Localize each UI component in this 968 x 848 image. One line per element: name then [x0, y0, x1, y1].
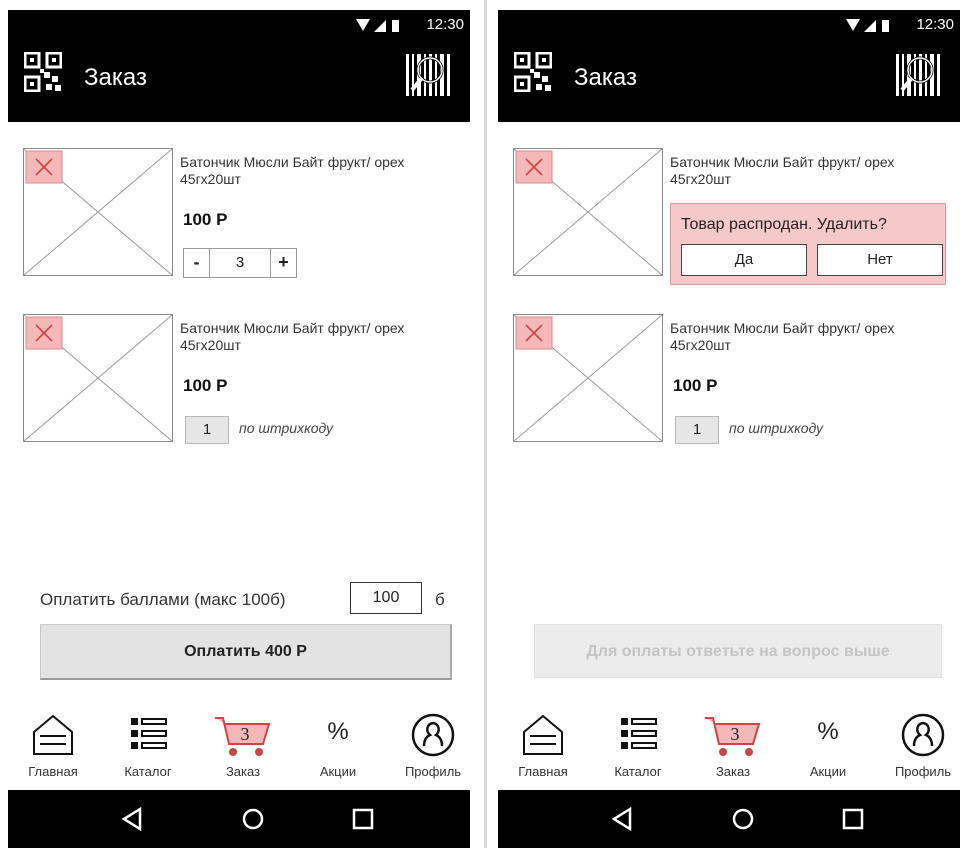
signal-battery-icon [846, 19, 889, 32]
tab-promotions[interactable]: % Акции [293, 708, 383, 790]
product-image-placeholder [23, 148, 173, 276]
page-title: Заказ [84, 64, 147, 91]
tab-catalog[interactable]: Каталог [103, 708, 193, 790]
quantity-value: 1 [185, 416, 229, 444]
bottom-tab-bar: Главная Каталог 3 Заказ % Акции Профиль [8, 708, 470, 790]
tab-label: Заказ [715, 764, 751, 779]
product-name[interactable]: Батончик Мюсли Байт фрукт/ орех 45гх20шт [670, 154, 930, 188]
product-image-placeholder [23, 314, 173, 442]
status-bar: 12:30 [8, 10, 470, 40]
percent-icon: % [817, 718, 839, 745]
back-icon[interactable] [118, 804, 148, 834]
tab-label: Главная [28, 764, 78, 779]
barcode-note: по штрихкоду [239, 420, 334, 436]
product-name[interactable]: Батончик Мюсли Байт фрукт/ орех 45гх20шт [180, 320, 440, 354]
tab-label: Акции [319, 764, 357, 779]
tab-label: Акции [809, 764, 847, 779]
cart-badge: 3 [241, 724, 250, 744]
clock: 12:30 [426, 16, 464, 33]
points-label: Оплатить баллами (макс 100б) [40, 590, 286, 609]
tab-label: Профиль [404, 764, 462, 779]
bottom-tab-bar: Главная Каталог 3 Заказ % Акции Профиль [498, 708, 960, 790]
phone-screen-order: 12:30 Заказ Батончик Мюсли Байт фрукт/ о… [0, 0, 478, 848]
home-circle-icon[interactable] [238, 804, 268, 834]
tab-label: Профиль [894, 764, 952, 779]
android-nav-bar [8, 790, 470, 848]
home-icon [523, 714, 563, 755]
soldout-message: Товар распродан. Удалить? [681, 216, 887, 233]
confirm-delete-button[interactable]: Да [681, 244, 807, 276]
recent-apps-icon[interactable] [838, 804, 868, 834]
cart-icon: 3 [215, 717, 271, 756]
decrease-quantity-button[interactable]: - [184, 249, 210, 277]
product-price: 100 Р [183, 376, 228, 395]
quantity-value[interactable]: 3 [210, 249, 270, 277]
tab-promotions[interactable]: % Акции [783, 708, 873, 790]
tab-label: Главная [518, 764, 568, 779]
points-input[interactable]: 100 [350, 582, 422, 614]
barcode-note: по штрихкоду [729, 420, 824, 436]
cart-item: Батончик Мюсли Байт фрукт/ орех 45гх20шт… [18, 148, 458, 278]
product-name[interactable]: Батончик Мюсли Байт фрукт/ орех 45гх20шт [670, 320, 930, 354]
tab-order[interactable]: 3 Заказ [198, 708, 288, 790]
tab-order[interactable]: 3 Заказ [688, 708, 778, 790]
profile-icon [901, 713, 945, 757]
signal-battery-icon [356, 19, 399, 32]
barcode-scan-icon[interactable] [404, 52, 454, 98]
home-icon [33, 714, 73, 755]
product-price: 100 Р [673, 376, 718, 395]
cancel-delete-button[interactable]: Нет [817, 244, 943, 276]
tab-home[interactable]: Главная [8, 708, 98, 790]
recent-apps-icon[interactable] [348, 804, 378, 834]
pay-button-disabled: Для оплаты ответьте на вопрос выше [534, 624, 942, 678]
cart-badge: 3 [731, 724, 740, 744]
soldout-dialog: Товар распродан. Удалить? Да Нет [670, 203, 946, 285]
qr-code-icon[interactable] [24, 52, 62, 92]
increase-quantity-button[interactable]: + [270, 249, 296, 277]
product-name[interactable]: Батончик Мюсли Байт фрукт/ орех 45гх20шт [180, 154, 440, 188]
product-image-placeholder [513, 148, 663, 276]
list-icon [131, 718, 167, 749]
pay-button[interactable]: Оплатить 400 Р [40, 624, 452, 680]
tab-profile[interactable]: Профиль [878, 708, 968, 790]
tab-profile[interactable]: Профиль [388, 708, 478, 790]
tab-catalog[interactable]: Каталог [593, 708, 683, 790]
points-unit: б [435, 590, 445, 609]
phone-screen-order-soldout: 12:30 Заказ Батончик Мюсли Байт фрукт/ о… [490, 0, 968, 848]
screen-divider [484, 0, 487, 848]
product-price: 100 Р [183, 210, 228, 229]
product-image-placeholder [513, 314, 663, 442]
android-nav-bar [498, 790, 960, 848]
tab-home[interactable]: Главная [498, 708, 588, 790]
status-bar: 12:30 [498, 10, 960, 40]
app-bar: Заказ [8, 40, 470, 122]
tab-label: Каталог [124, 764, 172, 779]
barcode-scan-icon[interactable] [894, 52, 944, 98]
cart-icon: 3 [705, 717, 761, 756]
tab-label: Каталог [614, 764, 662, 779]
back-icon[interactable] [608, 804, 638, 834]
tab-label: Заказ [225, 764, 261, 779]
home-circle-icon[interactable] [728, 804, 758, 834]
app-bar: Заказ [498, 40, 960, 122]
clock: 12:30 [916, 16, 954, 33]
list-icon [621, 718, 657, 749]
cart-item: Батончик Мюсли Байт фрукт/ орех 45гх20шт… [508, 314, 948, 444]
cart-item: Батончик Мюсли Байт фрукт/ орех 45гх20шт… [18, 314, 458, 444]
profile-icon [411, 713, 455, 757]
quantity-stepper: - 3 + [183, 248, 297, 278]
percent-icon: % [327, 718, 349, 745]
quantity-value: 1 [675, 416, 719, 444]
page-title: Заказ [574, 64, 637, 91]
qr-code-icon[interactable] [514, 52, 552, 92]
